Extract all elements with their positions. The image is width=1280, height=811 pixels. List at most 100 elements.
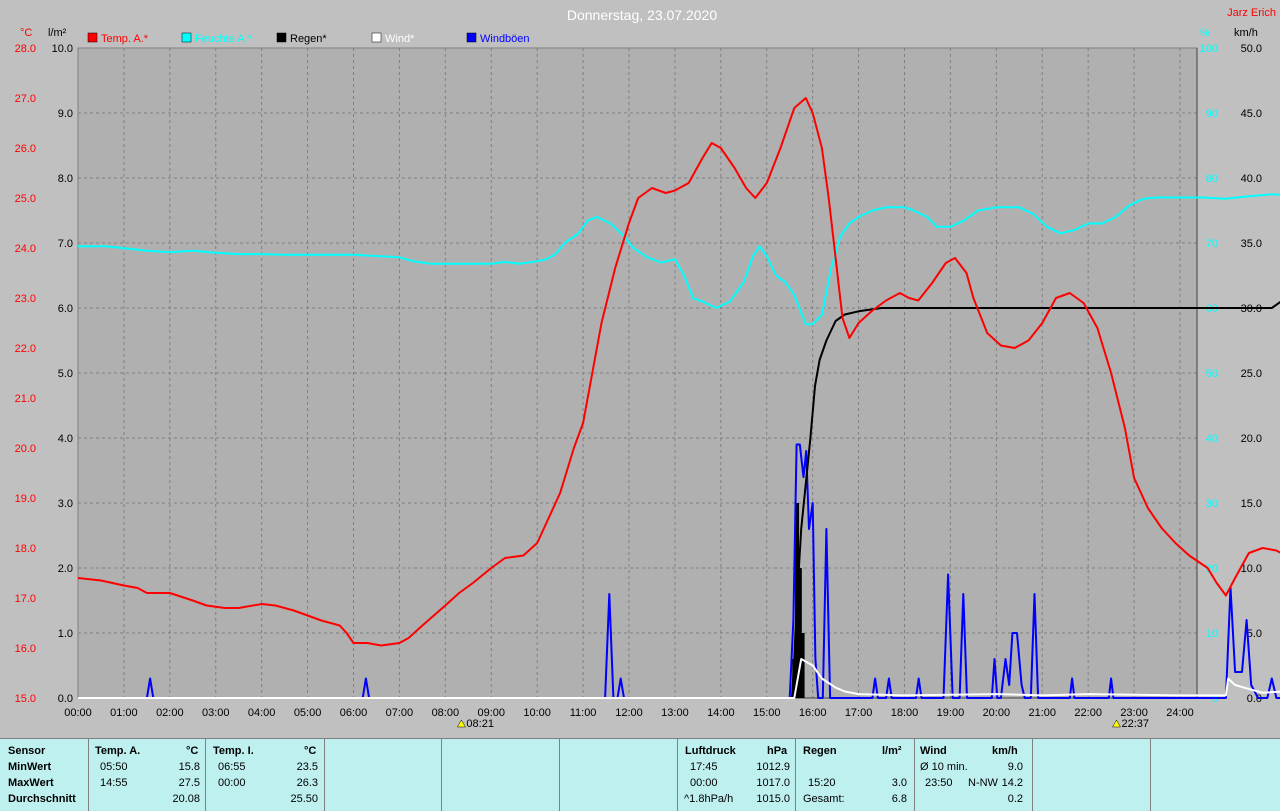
time-tick-label: 22:00 (1074, 707, 1102, 719)
stats-temp-i-time: 06:55 (218, 761, 246, 773)
stats-wind-time: Ø 10 min. (920, 761, 968, 773)
stats-header-pressure: Luftdruck (685, 745, 736, 757)
legend-swatch (466, 32, 477, 43)
time-tick-label: 07:00 (386, 707, 414, 719)
temp-tick-label: 25.0 (15, 193, 36, 205)
stats-pressure-val: 1015.0 (756, 793, 790, 805)
separator (1032, 739, 1033, 811)
rain-tick-label: 6.0 (58, 303, 73, 315)
temp-tick-label: 26.0 (15, 143, 36, 155)
time-tick-label: 05:00 (294, 707, 322, 719)
sunset-label: 22:37 (1121, 718, 1149, 730)
wind-tick-label: 50.0 (1241, 43, 1262, 55)
stats-temp-i-time: 00:00 (218, 777, 246, 789)
stats-temp-a-time: 05:50 (100, 761, 128, 773)
time-tick-label: 21:00 (1028, 707, 1056, 719)
time-tick-label: 16:00 (799, 707, 827, 719)
rain-tick-label: 3.0 (58, 498, 73, 510)
stats-header-sensor: Sensor (8, 745, 46, 757)
rain-tick-label: 9.0 (58, 108, 73, 120)
legend-label: Windböen (480, 33, 530, 45)
temp-tick-label: 20.0 (15, 443, 36, 455)
time-tick-label: 12:00 (615, 707, 643, 719)
stats-wind-val: 14.2 (1001, 777, 1023, 789)
rain-tick-label: 4.0 (58, 433, 73, 445)
time-tick-label: 01:00 (110, 707, 138, 719)
stats-wind-val: 0.2 (1007, 793, 1023, 805)
humidity-tick-label: 80 (1206, 173, 1218, 185)
weather-chart: Donnerstag, 23.07.2020 Jarz Erich °C l/m²% k… (15, 7, 1280, 730)
wind-tick-label: 10.0 (1241, 563, 1262, 575)
temp-tick-label: 28.0 (15, 43, 36, 55)
separator (88, 739, 89, 811)
separator (914, 739, 915, 811)
time-tick-label: 18:00 (891, 707, 919, 719)
time-tick-label: 10:00 (523, 707, 551, 719)
temp-tick-label: 21.0 (15, 393, 36, 405)
stats-header-temp-a: Temp. A. (95, 745, 141, 757)
stats-rain-val: 6.8 (891, 793, 907, 805)
stats-temp-a-time: 14:55 (100, 777, 128, 789)
stats-pressure-val: 1017.0 (756, 777, 790, 789)
time-tick-label: 20:00 (983, 707, 1011, 719)
wind-unit: km/h (1234, 27, 1258, 39)
rain-bar (800, 633, 805, 698)
time-tick-label: 17:00 (845, 707, 873, 719)
time-tick-label: 14:00 (707, 707, 735, 719)
temp-tick-label: 16.0 (15, 643, 36, 655)
humidity-tick-label: 70 (1206, 238, 1218, 250)
separator (1150, 739, 1151, 811)
legend-label: Regen* (290, 33, 327, 45)
stats-temp-i-val: 25.50 (290, 793, 318, 805)
separator (677, 739, 678, 811)
humidity-tick-label: 90 (1206, 108, 1218, 120)
stats-temp-i-val: 23.5 (296, 761, 318, 773)
stats-header-rain: Regen (803, 745, 837, 757)
stats-temp-i-val: 26.3 (296, 777, 318, 789)
stats-wind-val: 9.0 (1007, 761, 1023, 773)
stats-pressure-time: ^1.8hPa/h (684, 793, 734, 805)
wind-tick-label: 15.0 (1241, 498, 1262, 510)
stats-unit-temp-a: °C (186, 745, 199, 757)
sunrise-label: 08:21 (466, 718, 494, 730)
time-tick-label: 06:00 (340, 707, 368, 719)
temp-tick-label: 23.0 (15, 293, 36, 305)
rain-tick-label: 10.0 (52, 43, 73, 55)
legend-swatch (87, 32, 98, 43)
rain-tick-label: 0.0 (58, 693, 73, 705)
humidity-tick-label: 40 (1206, 433, 1218, 445)
time-tick-label: 15:00 (753, 707, 781, 719)
stats-row-label: Durchschnitt (8, 793, 76, 805)
time-tick-label: 13:00 (661, 707, 689, 719)
legend-swatch (371, 32, 382, 43)
time-tick-label: 11:00 (570, 707, 597, 719)
time-tick-label: 08:00 (432, 707, 460, 719)
separator (795, 739, 796, 811)
sunrise-marker (456, 719, 466, 728)
time-tick-label: 04:00 (248, 707, 276, 719)
rain-tick-label: 8.0 (58, 173, 73, 185)
stats-unit-wind: km/h (992, 745, 1018, 757)
author-label: Jarz Erich (1227, 7, 1276, 19)
stats-unit-temp-i: °C (304, 745, 317, 757)
stats-unit-rain: l/m² (882, 745, 902, 757)
temp-tick-label: 24.0 (15, 243, 36, 255)
temp-tick-label: 19.0 (15, 493, 36, 505)
stats-panel: Sensor Temp. A. °C Temp. I. °C Luftdruck… (0, 738, 1280, 811)
stats-pressure-val: 1012.9 (756, 761, 790, 773)
rain-tick-label: 1.0 (58, 628, 73, 640)
time-tick-label: 03:00 (202, 707, 230, 719)
stats-pressure-time: 17:45 (690, 761, 718, 773)
separator (205, 739, 206, 811)
wind-tick-label: 35.0 (1241, 238, 1262, 250)
stats-temp-a-val: 15.8 (178, 761, 200, 773)
wind-tick-label: 45.0 (1241, 108, 1262, 120)
stats-pressure-time: 00:00 (690, 777, 718, 789)
humidity-unit: % (1200, 27, 1210, 39)
stats-temp-a-val: 27.5 (178, 777, 200, 789)
stats-rain-time: Gesamt: (803, 793, 845, 805)
rain-tick-label: 7.0 (58, 238, 73, 250)
humidity-tick-label: 100 (1200, 43, 1218, 55)
stats-header-wind: Wind (920, 745, 947, 757)
time-tick-label: 00:00 (64, 707, 92, 719)
